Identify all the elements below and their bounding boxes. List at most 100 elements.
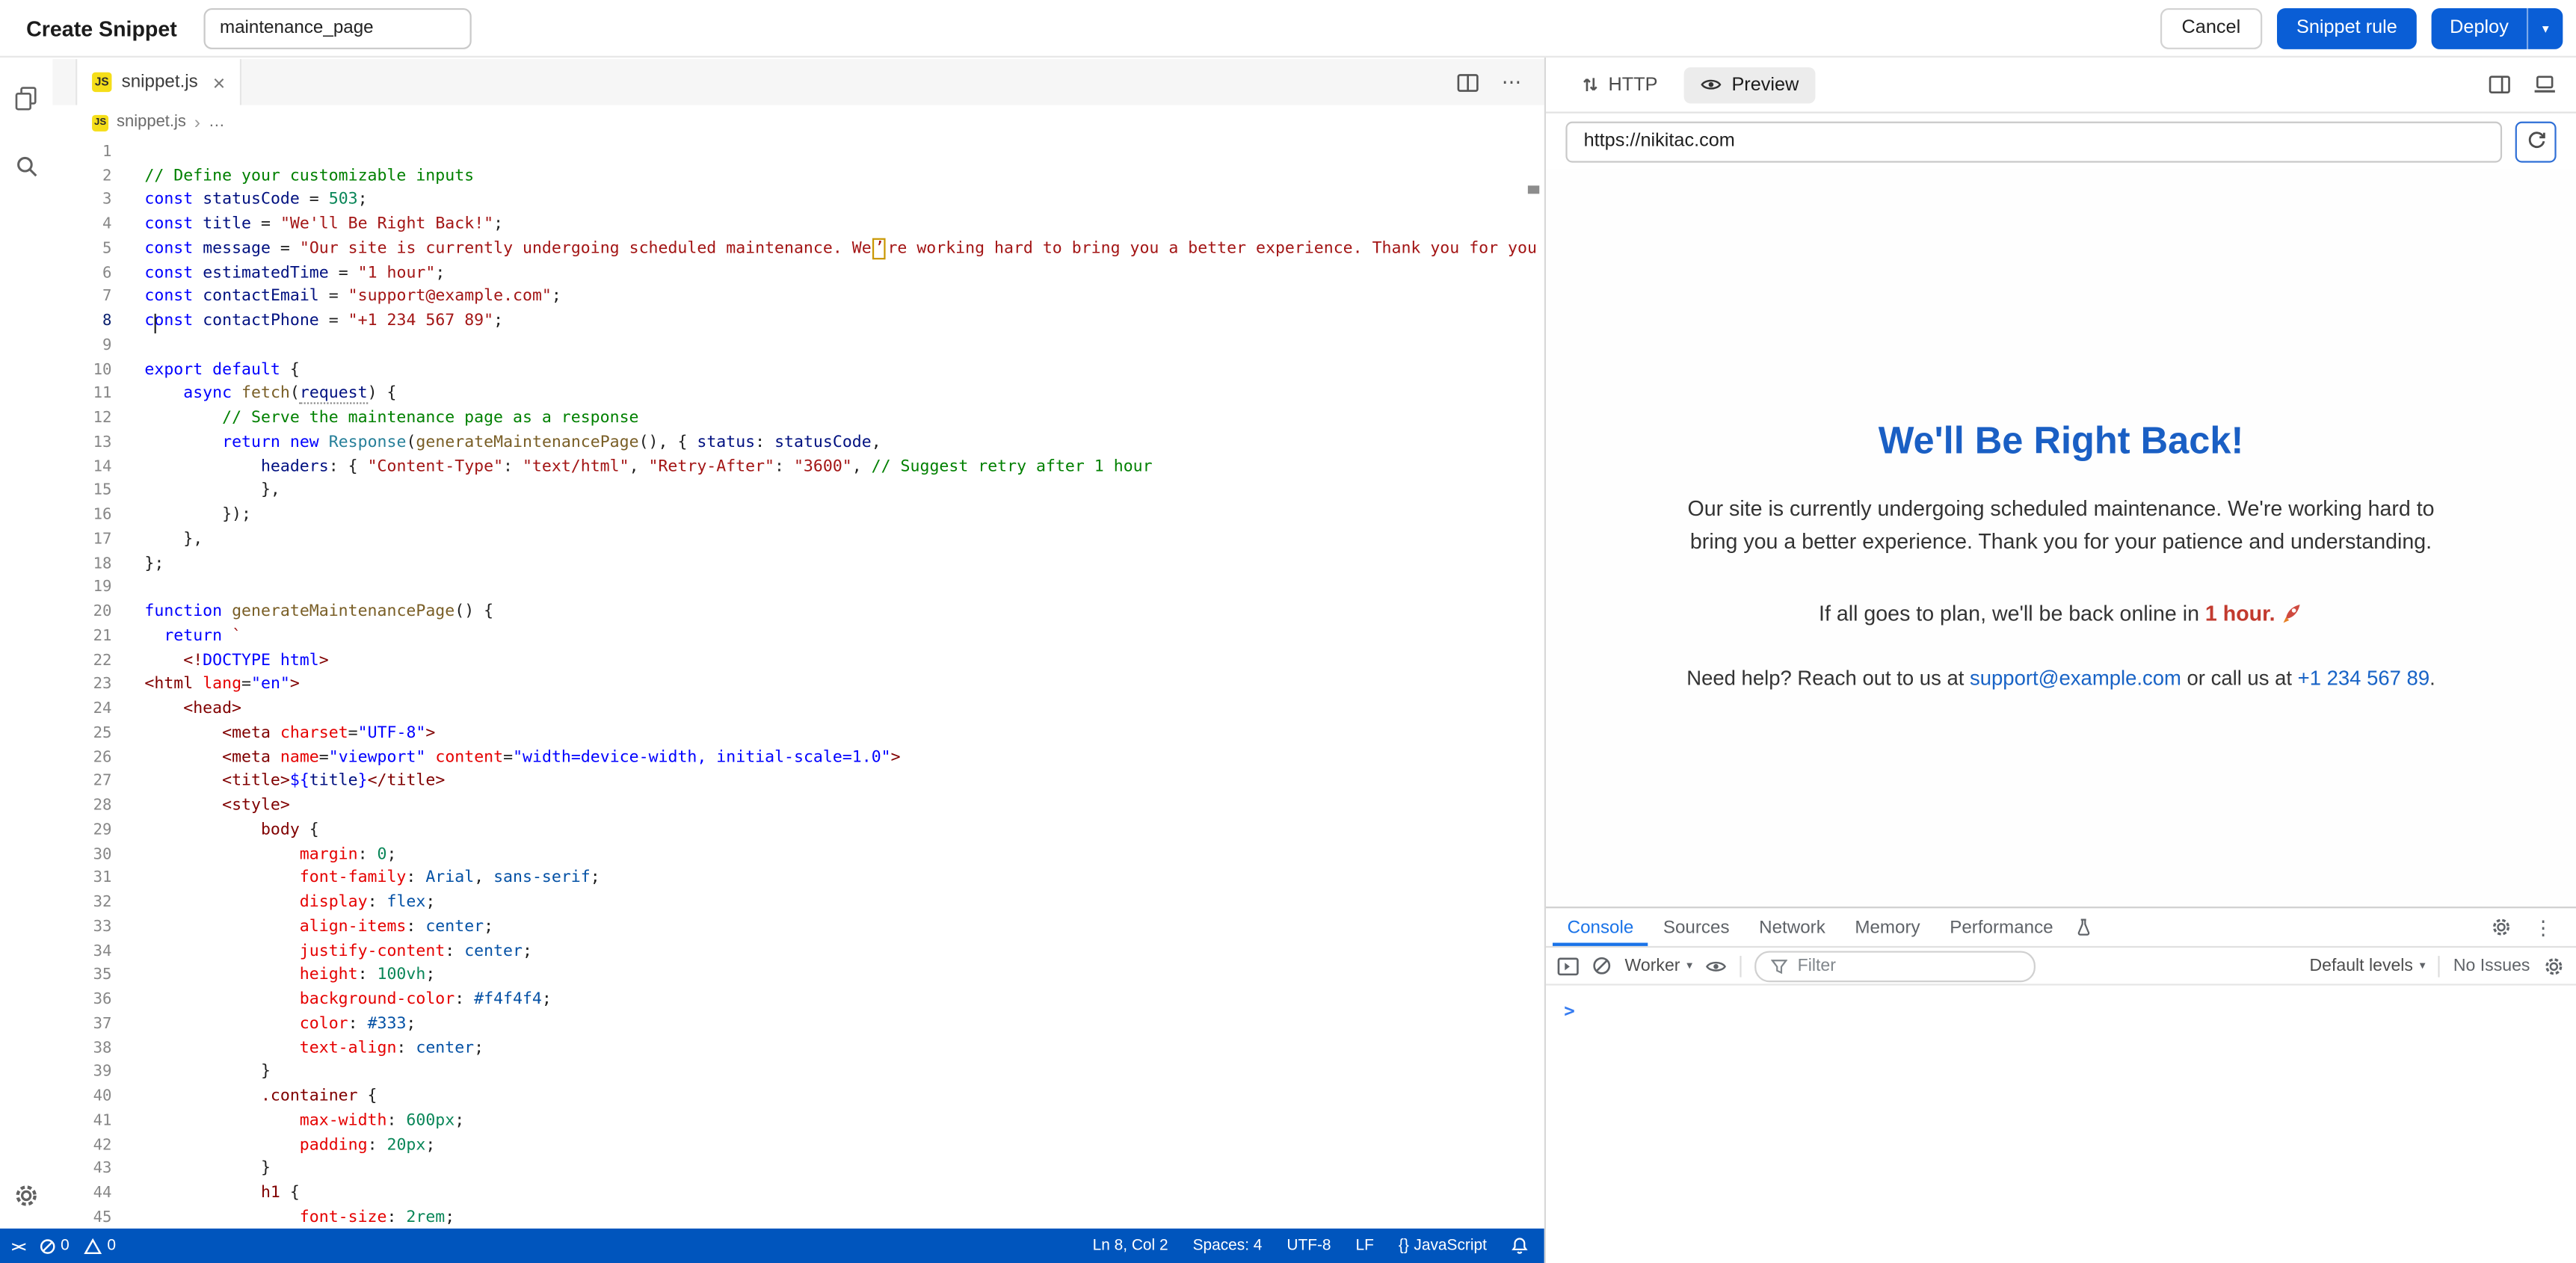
device-icon[interactable]	[2533, 75, 2557, 93]
code-line[interactable]: 15 },	[52, 479, 1544, 503]
code-line[interactable]: 39 }	[52, 1060, 1544, 1084]
code-line[interactable]: 14 headers: { "Content-Type": "text/html…	[52, 454, 1544, 478]
code-line[interactable]: 7const contactEmail = "support@example.c…	[52, 285, 1544, 309]
tab-http[interactable]: HTTP	[1565, 67, 1674, 102]
code-line[interactable]: 40 .container {	[52, 1084, 1544, 1108]
console-output[interactable]: >	[1546, 986, 2576, 1263]
code-line[interactable]: 37 color: #333;	[52, 1012, 1544, 1036]
line-number: 14	[52, 457, 111, 475]
cursor-position[interactable]: Ln 8, Col 2	[1093, 1237, 1168, 1255]
url-input[interactable]	[1565, 121, 2502, 162]
copy-icon[interactable]	[12, 84, 40, 111]
editor-tab-snippet-js[interactable]: JS snippet.js ×	[76, 59, 241, 105]
line-number: 12	[52, 410, 111, 427]
deploy-button[interactable]: Deploy	[2432, 7, 2527, 49]
code-line[interactable]: 4const title = "We'll Be Right Back!";	[52, 212, 1544, 236]
line-number: 6	[52, 264, 111, 282]
line-number: 13	[52, 433, 111, 451]
code-line[interactable]: 38 text-align: center;	[52, 1036, 1544, 1060]
console-settings-gear-icon[interactable]	[2543, 955, 2565, 977]
tab-sources[interactable]: Sources	[1648, 908, 1744, 946]
line-number: 44	[52, 1185, 111, 1202]
code-line[interactable]: 2// Define your customizable inputs	[52, 164, 1544, 188]
code-line[interactable]: 21 return `	[52, 624, 1544, 648]
code-line[interactable]: 45 font-size: 2rem;	[52, 1205, 1544, 1229]
code-line[interactable]: 5const message = "Our site is currently …	[52, 236, 1544, 260]
language-mode[interactable]: {} JavaScript	[1399, 1237, 1487, 1255]
context-selector[interactable]: Worker▾	[1625, 956, 1692, 975]
devtools-settings-gear-icon[interactable]	[2491, 916, 2512, 938]
indentation[interactable]: Spaces: 4	[1193, 1237, 1263, 1255]
code-line[interactable]: 23<html lang="en">	[52, 673, 1544, 697]
tab-preview[interactable]: Preview	[1684, 67, 1816, 102]
code-line[interactable]: 42 padding: 20px;	[52, 1133, 1544, 1157]
code-line[interactable]: 1	[52, 140, 1544, 164]
remote-indicator[interactable]: ><	[11, 1238, 24, 1254]
code-line[interactable]: 26 <meta name="viewport" content="width=…	[52, 745, 1544, 769]
snippet-name-input[interactable]	[203, 7, 471, 49]
code-line[interactable]: 10export default {	[52, 358, 1544, 382]
code-line[interactable]: 3const statusCode = 503;	[52, 188, 1544, 212]
funnel-icon	[1771, 958, 1787, 973]
code-line[interactable]: 29 body {	[52, 818, 1544, 842]
settings-gear-icon[interactable]	[12, 1181, 40, 1208]
code-line[interactable]: 18};	[52, 552, 1544, 575]
code-line[interactable]: 11 async fetch(request) {	[52, 382, 1544, 406]
tab-memory[interactable]: Memory	[1840, 908, 1935, 946]
tab-network[interactable]: Network	[1744, 908, 1840, 946]
code-line[interactable]: 8const contactPhone = "+1 234 567 89";	[52, 309, 1544, 333]
code-line[interactable]: 17 },	[52, 527, 1544, 551]
code-line[interactable]: 44 h1 {	[52, 1182, 1544, 1205]
code-line[interactable]: 34 justify-content: center;	[52, 939, 1544, 963]
code-line[interactable]: 13 return new Response(generateMaintenan…	[52, 430, 1544, 454]
search-icon[interactable]	[12, 152, 40, 180]
code-line[interactable]: 33 align-items: center;	[52, 915, 1544, 939]
console-sidebar-icon[interactable]	[1557, 957, 1579, 975]
problems-errors[interactable]: 0	[40, 1237, 70, 1255]
code-line[interactable]: 12 // Serve the maintenance page as a re…	[52, 406, 1544, 430]
code-line[interactable]: 28 <style>	[52, 794, 1544, 818]
cancel-button[interactable]: Cancel	[2160, 7, 2262, 49]
log-levels-dropdown[interactable]: Default levels▾	[2309, 956, 2425, 975]
snippet-rule-button[interactable]: Snippet rule	[2277, 7, 2418, 49]
line-number: 1	[52, 143, 111, 161]
encoding[interactable]: UTF-8	[1287, 1237, 1331, 1255]
refresh-button[interactable]	[2515, 121, 2557, 162]
code-line[interactable]: 6const estimatedTime = "1 hour";	[52, 261, 1544, 285]
code-line[interactable]: 16 });	[52, 503, 1544, 527]
tab-performance[interactable]: Performance	[1935, 908, 2068, 946]
code-line[interactable]: 19	[52, 575, 1544, 599]
live-expression-eye-icon[interactable]	[1706, 958, 1728, 973]
code-line[interactable]: 27 <title>${title}</title>	[52, 770, 1544, 794]
preview-message: Our site is currently undergoing schedul…	[1546, 492, 2576, 558]
split-editor-icon[interactable]	[1457, 73, 1479, 91]
code-line[interactable]: 25 <meta charset="UTF-8">	[52, 721, 1544, 745]
code-line[interactable]: 36 background-color: #f4f4f4;	[52, 987, 1544, 1011]
code-line[interactable]: 32 display: flex;	[52, 891, 1544, 915]
clear-console-icon[interactable]	[1592, 956, 1612, 975]
deploy-dropdown-button[interactable]: ▾	[2527, 7, 2563, 49]
code-line[interactable]: 22 <!DOCTYPE html>	[52, 649, 1544, 673]
breadcrumb[interactable]: JS snippet.js › …	[52, 105, 1544, 140]
notifications-bell-icon[interactable]	[1512, 1237, 1528, 1255]
phone-link[interactable]: +1 234 567 89	[2298, 667, 2429, 690]
tab-close-icon[interactable]: ×	[213, 72, 226, 93]
code-editor[interactable]: 1 2// Define your customizable inputs3con…	[52, 140, 1544, 1229]
code-line[interactable]: 35 height: 100vh;	[52, 963, 1544, 987]
code-line[interactable]: 41 max-width: 600px;	[52, 1108, 1544, 1132]
devtools-more-icon[interactable]: ⋮	[2533, 917, 2553, 936]
tab-console[interactable]: Console	[1553, 908, 1648, 946]
editor-more-actions-icon[interactable]: ⋯	[1502, 72, 1521, 92]
email-link[interactable]: support@example.com	[1970, 667, 2181, 690]
error-icon	[40, 1238, 56, 1254]
panel-layout-icon[interactable]	[2489, 75, 2511, 93]
code-line[interactable]: 9	[52, 333, 1544, 357]
code-line[interactable]: 20function generateMaintenancePage() {	[52, 600, 1544, 624]
problems-warnings[interactable]: 0	[84, 1237, 116, 1255]
code-line[interactable]: 30 margin: 0;	[52, 842, 1544, 866]
code-line[interactable]: 43 }	[52, 1157, 1544, 1181]
console-filter-input[interactable]: Filter	[1755, 950, 2036, 981]
code-line[interactable]: 24 <head>	[52, 697, 1544, 720]
eol-sequence[interactable]: LF	[1356, 1237, 1374, 1255]
code-line[interactable]: 31 font-family: Arial, sans-serif;	[52, 866, 1544, 890]
